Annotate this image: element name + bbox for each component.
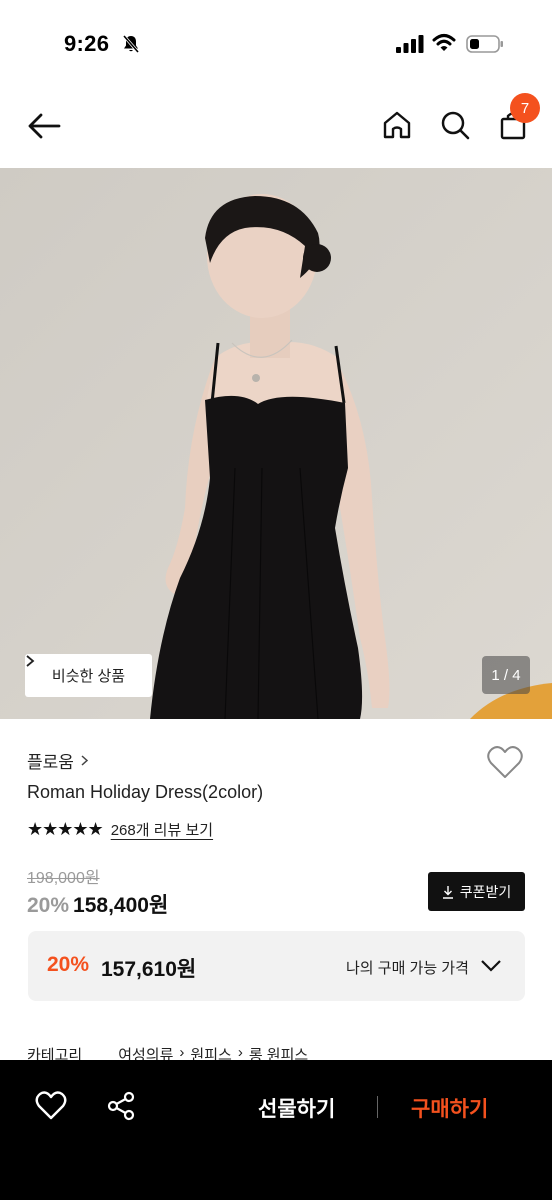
sale-price: 158,400원 [73,894,169,917]
share-button[interactable] [105,1090,141,1126]
divider [377,1096,378,1118]
bottom-action-bar: 선물하기 구매하기 [0,1060,552,1200]
original-price: 198,000원 [27,870,100,887]
brand-name: 플로움 [27,753,74,772]
product-image[interactable]: 비슷한 상품 1 / 4 [0,168,552,719]
cellular-signal-icon [396,35,424,53]
share-icon [107,1091,135,1121]
chevron-right-icon [81,755,89,766]
back-button[interactable] [24,108,64,144]
my-price-discount: 20% [47,953,90,976]
search-icon [441,111,470,140]
chevron-down-icon [481,960,501,972]
rating-row: ★★★★★ 268개 리뷰 보기 [27,819,213,840]
price-row: 20% 158,400원 [27,889,168,919]
home-icon [383,111,411,139]
discount-rate: 20% [27,894,70,917]
wishlist-button[interactable] [34,1090,70,1126]
my-price-box[interactable]: 20% 157,610원 나의 구매 가능 가격 [28,931,525,1001]
like-button[interactable] [486,745,524,781]
heart-icon [487,746,523,778]
my-price-value: 157,610원 [101,958,197,981]
search-button[interactable] [436,106,474,144]
similar-products-label: 비슷한 상품 [51,668,126,685]
status-time: 9:26 [64,31,110,56]
back-arrow-icon [28,113,61,139]
home-button[interactable] [378,106,416,144]
similar-products-button[interactable]: 비슷한 상품 [25,654,152,697]
coupon-button[interactable]: 쿠폰받기 [428,872,525,911]
status-bar: 9:26 [0,0,552,80]
product-name: Roman Holiday Dress(2color) [27,782,264,802]
my-price-label: 나의 구매 가능 가격 [346,960,469,977]
buy-button[interactable]: 구매하기 [411,1093,488,1123]
bell-off-icon [122,35,140,53]
image-counter: 1 / 4 [482,656,530,694]
brand-link[interactable]: 플로움 [27,748,89,773]
top-nav [0,80,552,168]
download-icon [442,885,453,899]
rating-stars: ★★★★★ [27,819,104,839]
review-link[interactable]: 268개 리뷰 보기 [111,819,213,840]
battery-icon [466,35,503,53]
cart-count-badge: 7 [510,93,540,123]
wifi-icon [432,34,456,51]
chevron-right-icon [26,655,35,667]
gift-button[interactable]: 선물하기 [258,1093,335,1123]
product-photo [0,168,552,719]
heart-icon [35,1091,67,1120]
coupon-label: 쿠폰받기 [459,883,512,900]
